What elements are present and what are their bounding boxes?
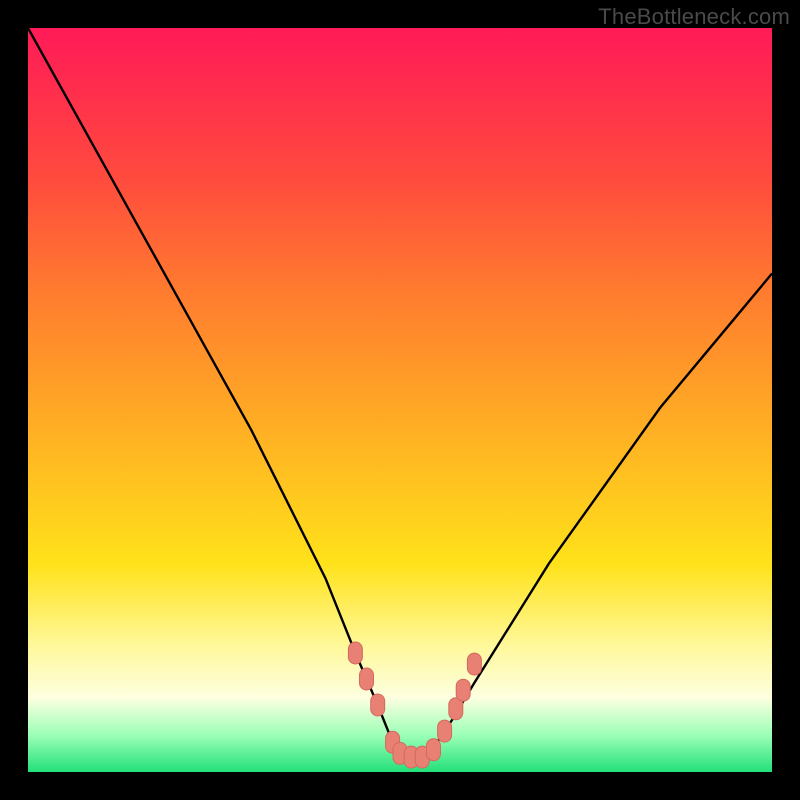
curve-marker [467,653,481,675]
curve-marker [427,739,441,761]
bottleneck-curve [28,28,772,757]
watermark-text: TheBottleneck.com [598,4,790,30]
curve-markers [348,642,481,768]
plot-area [28,28,772,772]
curve-marker [371,694,385,716]
curve-marker [360,668,374,690]
curve-marker [348,642,362,664]
curve-marker [438,720,452,742]
chart-frame: TheBottleneck.com [0,0,800,800]
curve-marker [456,679,470,701]
chart-overlay [28,28,772,772]
